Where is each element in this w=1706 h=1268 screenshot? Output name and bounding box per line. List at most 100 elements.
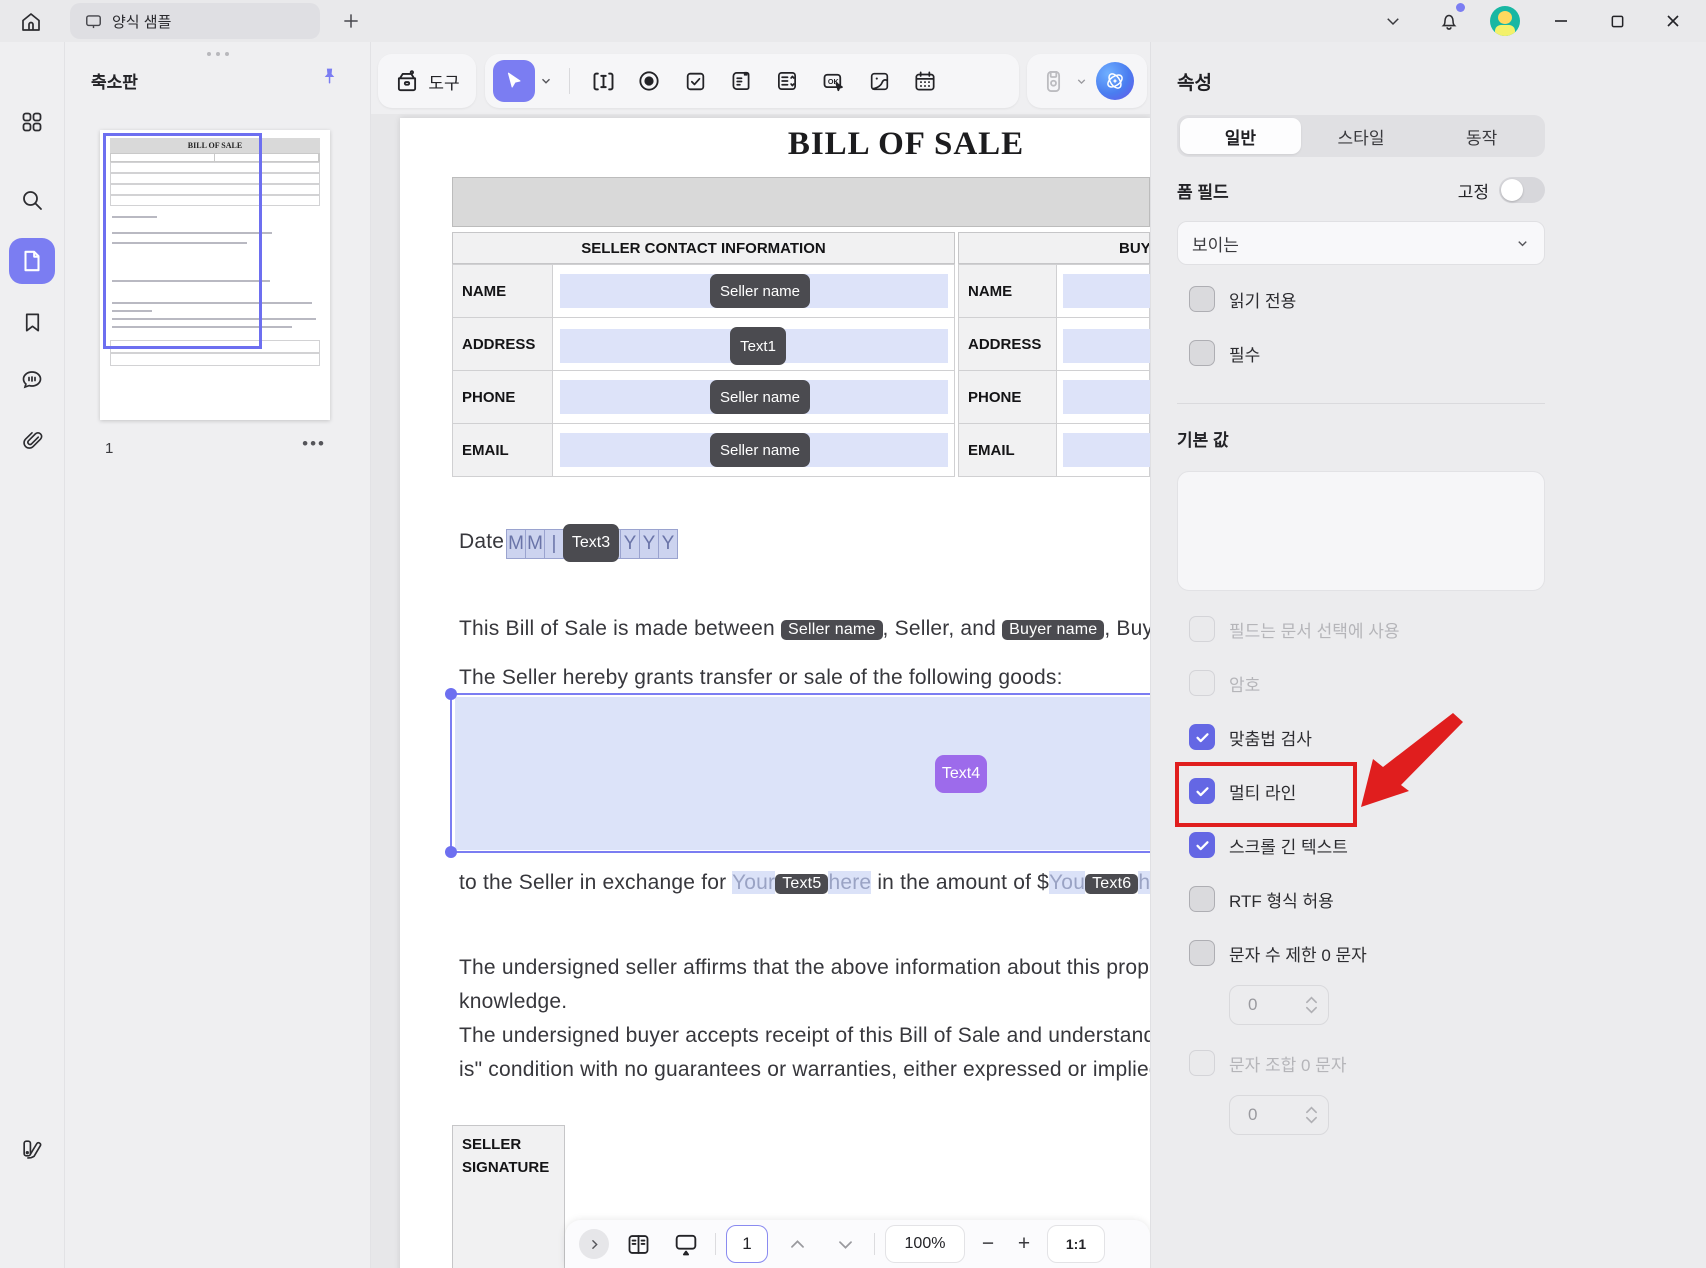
thumbnail-page-number: 1 [105,440,114,457]
expand-nav-button[interactable] [579,1229,609,1259]
home-icon [19,10,43,34]
rtf-row[interactable]: RTF 형식 허용 [1189,885,1545,913]
zoom-level-input[interactable]: 100% [885,1225,965,1263]
multiline-row[interactable]: 멀티 라인 [1175,713,1545,827]
left-rail [0,42,65,1268]
push-button-tool-button[interactable]: OK [810,58,856,104]
save-dropdown-chevron[interactable] [1075,75,1088,88]
default-value-label: 기본 값 [1177,431,1229,450]
pinned-label: 고정 [1457,182,1489,202]
avatar[interactable] [1490,6,1520,36]
required-checkbox-row[interactable]: 필수 [1189,339,1545,367]
pin-panel-button[interactable] [319,66,340,87]
new-tab-button[interactable] [338,8,364,34]
amount-field-text[interactable]: You [1049,871,1086,894]
buyer-name-input[interactable] [1063,274,1150,308]
goods-multiline-field[interactable] [455,697,1150,850]
maximize-button[interactable] [1602,6,1632,36]
thumbnail-panel-title: 축소판 [91,73,138,92]
scroll-long-text-row[interactable]: 스크롤 긴 텍스트 [1189,831,1545,859]
buyer-address-input[interactable] [1063,329,1150,363]
book-icon [625,1231,652,1258]
spinner-arrows[interactable] [1305,1106,1318,1124]
red-arrow-annotation [1341,711,1471,821]
image-field-tool-button[interactable] [856,58,902,104]
date-field-tool-button[interactable] [902,58,948,104]
multiline-field-tooltip: Text4 [935,755,987,793]
char-limit-row[interactable]: 문자 수 제한 0 문자 [1189,939,1545,967]
panel-drag-handle[interactable] [206,52,229,56]
search-button[interactable] [12,180,52,220]
document-tab[interactable]: 양식 샘플 [70,3,320,39]
password-checkbox [1189,670,1215,696]
tools-button[interactable]: 도구 [378,54,476,108]
presentation-icon [672,1230,700,1258]
date-tooltip: Text3 [563,524,619,562]
tab-style[interactable]: 스타일 [1301,118,1422,154]
tab-action[interactable]: 동작 [1421,118,1542,154]
notifications-button[interactable] [1434,3,1465,36]
zoom-in-button[interactable]: + [1011,1232,1037,1256]
dropdown-field-tool-button[interactable] [718,58,764,104]
properties-title: 속성 [1177,73,1212,94]
list-box-tool-button[interactable] [764,58,810,104]
paragraph-3: to the Seller in exchange for Your Text5 h… [459,871,1150,895]
date-label: Date [459,530,505,553]
thumbnail-more-button[interactable]: ••• [302,434,326,454]
char-limit-spinner[interactable]: 0 [1229,985,1329,1025]
presentation-mode-button[interactable] [667,1225,705,1263]
properties-panel: 속성 일반 스타일 동작 폼 필드 고정 보이는 읽기 전용 필수 기본 값 필… [1150,42,1706,1268]
comments-button[interactable] [12,360,52,400]
toolbox-icon [394,68,420,94]
buyer-row-label-phone: PHONE [958,370,1057,424]
apps-grid-button[interactable] [12,102,52,142]
spinner-arrows[interactable] [1305,996,1318,1014]
paragraph-1: This Bill of Sale is made between Seller… [459,617,1150,640]
ai-assistant-button[interactable] [1096,62,1134,100]
zoom-out-button[interactable]: − [975,1232,1001,1256]
radio-button-tool-button[interactable] [626,58,672,104]
page-number-input[interactable]: 1 [726,1225,768,1263]
selection-handle-top-left[interactable] [445,688,457,700]
checkbox-tool-button[interactable] [672,58,718,104]
required-checkbox[interactable] [1189,340,1215,366]
reading-mode-button[interactable] [619,1225,657,1263]
select-tool-button[interactable] [493,60,535,102]
actual-size-button[interactable]: 1:1 [1047,1225,1105,1263]
page-thumbnail[interactable]: BILL OF SALE [100,130,330,420]
tab-general[interactable]: 일반 [1180,118,1301,154]
buyer-row-label-address: ADDRESS [958,317,1057,371]
char-combine-spinner[interactable]: 0 [1229,1095,1329,1135]
exchange-field-text[interactable]: Your [731,871,776,894]
char-limit-checkbox[interactable] [1189,940,1215,966]
seller-section-header: SELLER CONTACT INFORMATION [452,232,955,264]
visibility-select[interactable]: 보이는 [1177,221,1545,265]
row-label-name: NAME [452,264,553,318]
spellcheck-checkbox[interactable] [1189,724,1215,750]
home-button[interactable] [12,7,50,37]
previous-page-button[interactable] [778,1225,816,1263]
buyer-email-input[interactable] [1063,433,1150,467]
default-value-textarea[interactable] [1177,471,1545,591]
readonly-checkbox-row[interactable]: 읽기 전용 [1189,285,1545,313]
cursor-icon [503,70,525,92]
scroll-long-text-checkbox[interactable] [1189,832,1215,858]
calendar-icon [912,68,938,94]
phone-tooltip: Seller name [710,380,810,414]
attachments-button[interactable] [12,420,52,460]
rtf-checkbox[interactable] [1189,886,1215,912]
selection-handle-bottom-left[interactable] [445,846,457,858]
readonly-checkbox[interactable] [1189,286,1215,312]
next-page-button[interactable] [826,1225,864,1263]
save-tool-icon[interactable] [1040,68,1067,95]
collapse-toolbar-button[interactable] [1378,6,1408,36]
text-field-tool-button[interactable] [580,58,626,104]
pinned-toggle[interactable] [1499,177,1545,203]
minimize-button[interactable] [1546,6,1576,36]
bookmarks-button[interactable] [12,302,52,342]
select-tool-dropdown[interactable] [539,74,553,88]
theme-swatch-button[interactable] [12,1128,52,1168]
close-button[interactable] [1658,6,1688,36]
thumbnails-panel-button[interactable] [9,238,55,284]
buyer-phone-input[interactable] [1063,380,1150,414]
